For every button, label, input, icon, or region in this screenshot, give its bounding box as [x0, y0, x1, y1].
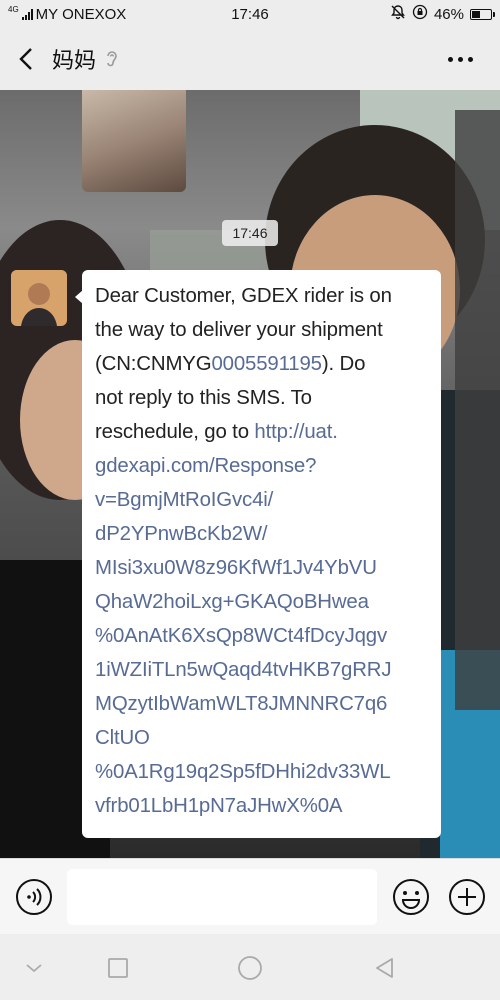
status-icons: 46% [390, 0, 495, 28]
mute-bell-icon [390, 4, 406, 24]
input-bar [0, 858, 500, 934]
avatar[interactable] [11, 270, 67, 326]
square-icon [108, 958, 128, 978]
chat-area[interactable]: 17:46 Dear Customer, GDEX rider is on th… [0, 90, 500, 858]
url-line[interactable]: MQzytIbWamWLT8JMNNRC7q6 [95, 693, 387, 715]
url-line[interactable]: 1iWZIiTLn5wQaqd4tvHKB7gRRJ [95, 659, 392, 681]
nav-home-button[interactable] [236, 954, 264, 982]
chevron-down-icon [26, 964, 42, 973]
more-functions-button[interactable] [447, 877, 487, 917]
chevron-left-icon [19, 48, 32, 70]
chat-header: 妈妈 [0, 28, 500, 90]
url-line[interactable]: QhaW2hoiLxg+GKAQoBHwea [95, 591, 369, 613]
chat-screen: 4G MY ONEXOX 17:46 46% 妈妈 17:46 Dear Cus… [0, 0, 500, 1000]
battery-level [472, 10, 480, 18]
message-bubble[interactable]: Dear Customer, GDEX rider is on the way … [75, 270, 441, 838]
url-line[interactable]: %0AnAtK6XsQp8WCt4fDcyJqgv [95, 625, 387, 647]
emoji-button[interactable] [391, 877, 431, 917]
url-line[interactable]: CltUO [95, 727, 150, 749]
message-line: the way to deliver your shipment [95, 319, 383, 341]
emoji-icon [393, 879, 429, 915]
carrier-name: MY ONEXOX [35, 5, 127, 23]
message-line: not reply to this SMS. To [95, 387, 312, 409]
voice-button[interactable] [14, 877, 54, 917]
rotation-lock-icon [412, 4, 428, 24]
chat-title: 妈妈 [52, 48, 97, 73]
status-bar: 4G MY ONEXOX 17:46 46% [0, 0, 500, 28]
back-button[interactable] [0, 28, 52, 90]
more-icon [447, 56, 453, 62]
url-line[interactable]: dP2YPnwBcKb2W/ [95, 523, 268, 545]
message-timestamp: 17:46 [222, 220, 278, 246]
message-line: ). Do [321, 353, 366, 375]
url-line[interactable]: vfrb01LbH1pN7aJHwX%0A [95, 795, 342, 817]
url-line[interactable]: gdexapi.com/Response? [95, 455, 316, 477]
nav-recents-button[interactable] [104, 954, 132, 982]
voice-icon [16, 879, 52, 915]
nav-back-button[interactable] [370, 954, 398, 982]
system-nav-bar [0, 934, 500, 1000]
battery-percent: 46% [433, 5, 464, 23]
url-line[interactable]: %0A1Rg19q2Sp5fDHhi2dv33WL [95, 761, 391, 783]
network-info: 4G MY ONEXOX [8, 6, 198, 23]
image-thumbnail[interactable] [82, 90, 186, 192]
message-line: Dear Customer, GDEX rider is on [95, 285, 392, 307]
tracking-number-link[interactable]: 0005591195 [211, 353, 322, 375]
triangle-back-icon [376, 958, 393, 978]
signal-icon [21, 8, 33, 20]
message-input[interactable] [67, 869, 377, 925]
nav-collapse-button[interactable] [20, 954, 48, 982]
battery-icon [470, 8, 495, 20]
more-options-button[interactable] [440, 46, 480, 72]
ear-icon [104, 49, 120, 69]
network-type: 4G [8, 5, 19, 14]
url-line[interactable]: v=BgmjMtRoIGvc4i/ [95, 489, 273, 511]
message-line: (CN:CNMYG [95, 353, 212, 375]
url-line[interactable]: MIsi3xu0W8z96KfWf1Jv4YbVU [95, 557, 377, 579]
response-url-link[interactable]: http://uat. [254, 421, 338, 443]
circle-icon [238, 956, 262, 980]
plus-icon [449, 879, 485, 915]
message-line: reschedule, go to [95, 421, 255, 443]
